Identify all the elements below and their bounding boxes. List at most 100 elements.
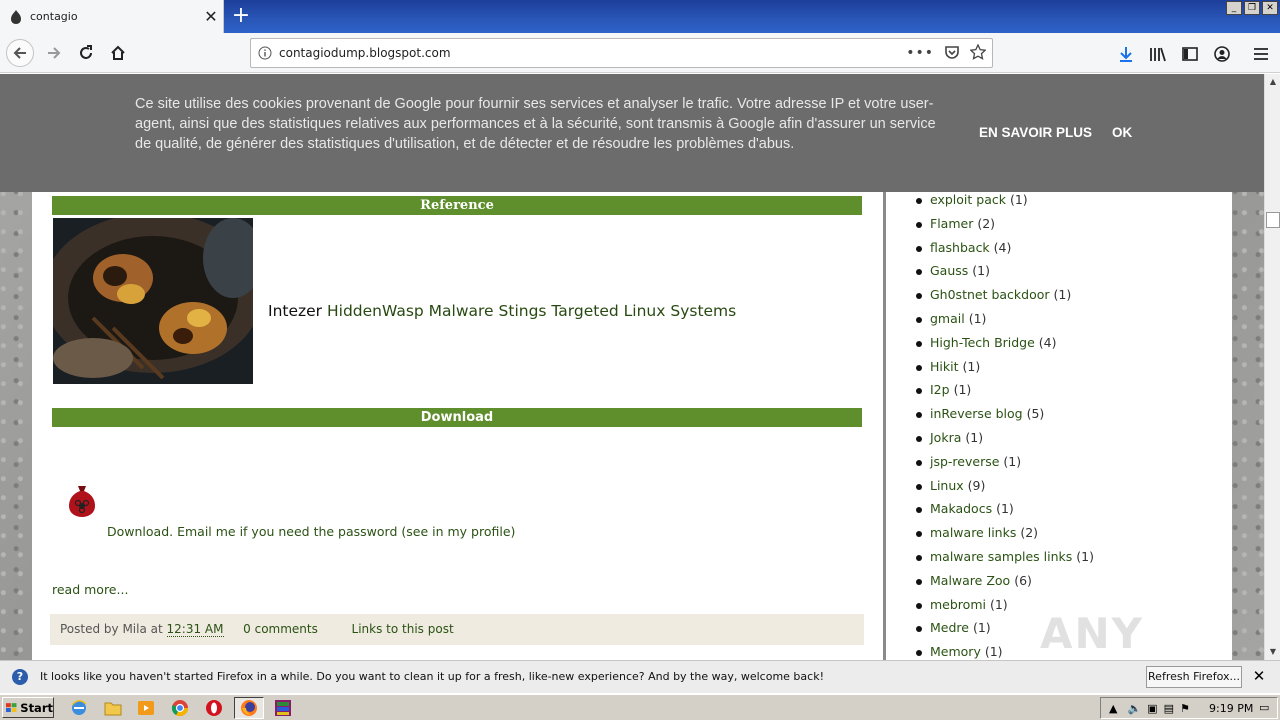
posted-by-text: Posted by Mila at — [60, 622, 163, 636]
scroll-up-icon[interactable]: ▲ — [1265, 74, 1280, 90]
pocket-icon[interactable] — [944, 44, 960, 63]
network-icon[interactable]: ▣ — [1147, 702, 1157, 715]
label-link[interactable]: Linux — [930, 478, 964, 493]
label-item[interactable]: gmail (1) — [916, 311, 1094, 335]
label-item[interactable]: jsp-reverse (1) — [916, 454, 1094, 478]
label-link[interactable]: Medre — [930, 620, 969, 635]
label-link[interactable]: Makadocs — [930, 501, 992, 516]
label-link[interactable]: mebromi — [930, 597, 986, 612]
label-link[interactable]: Hikit — [930, 359, 959, 374]
label-item[interactable]: flashback (4) — [916, 240, 1094, 264]
label-link[interactable]: exploit pack — [930, 192, 1006, 207]
tab-close-icon[interactable]: ✕ — [199, 7, 223, 26]
comments-link[interactable]: 0 comments — [243, 622, 318, 636]
ie-icon[interactable] — [70, 699, 88, 717]
firefox-taskbar-button[interactable] — [234, 697, 264, 719]
start-button[interactable]: Start — [2, 697, 54, 718]
label-item[interactable]: Linux (9) — [916, 478, 1094, 502]
forward-button[interactable] — [40, 39, 68, 67]
windows-logo-icon — [6, 702, 17, 712]
label-item[interactable]: Makadocs (1) — [916, 501, 1094, 525]
links-to-post-link[interactable]: Links to this post — [352, 622, 454, 636]
show-desktop-icon[interactable]: ▭ — [1259, 701, 1269, 714]
page-scrollbar[interactable]: ▲ ▼ — [1264, 74, 1280, 660]
account-icon[interactable] — [1211, 43, 1233, 65]
label-link[interactable]: flashback — [930, 240, 990, 255]
close-window-icon[interactable]: ✕ — [1262, 1, 1278, 15]
label-item[interactable]: Gh0stnet backdoor (1) — [916, 287, 1094, 311]
label-count: (1) — [965, 429, 984, 445]
label-item[interactable]: inReverse blog (5) — [916, 406, 1094, 430]
label-item[interactable]: High-Tech Bridge (4) — [916, 335, 1094, 359]
window-controls: _ ❐ ✕ — [1226, 1, 1278, 15]
label-item[interactable]: Hikit (1) — [916, 359, 1094, 383]
label-count: (1) — [1009, 192, 1028, 207]
label-link[interactable]: malware links — [930, 525, 1016, 540]
label-count: (1) — [1076, 548, 1094, 564]
back-button[interactable] — [6, 39, 34, 67]
restore-icon[interactable]: ❐ — [1244, 1, 1260, 15]
post-time-link[interactable]: 12:31 AM — [166, 622, 224, 637]
bookmark-star-icon[interactable] — [969, 42, 987, 63]
winrar-icon[interactable] — [274, 699, 292, 717]
biohazard-bag-icon[interactable] — [68, 484, 96, 518]
label-link[interactable]: inReverse blog — [930, 406, 1023, 421]
action-center-flag-icon[interactable]: ⚑ — [1180, 702, 1190, 715]
label-item[interactable]: malware samples links (1) — [916, 549, 1094, 573]
label-item[interactable]: I2p (1) — [916, 382, 1094, 406]
tray-expand-icon[interactable]: ▲ — [1109, 702, 1117, 715]
volume-icon[interactable]: 🔈 — [1127, 702, 1141, 715]
label-link[interactable]: gmail — [930, 311, 965, 326]
label-item[interactable]: Jokra (1) — [916, 430, 1094, 454]
scroll-thumb[interactable] — [1266, 212, 1280, 228]
label-link[interactable]: I2p — [930, 382, 950, 397]
scroll-down-icon[interactable]: ▼ — [1265, 644, 1280, 660]
minimize-icon[interactable]: _ — [1226, 1, 1242, 15]
home-button[interactable] — [104, 39, 132, 67]
label-count: (1) — [1053, 287, 1072, 303]
read-more-link[interactable]: read more... — [52, 582, 128, 597]
label-link[interactable]: malware samples links — [930, 549, 1072, 564]
article-link[interactable]: Intezer HiddenWasp Malware Stings Target… — [268, 302, 736, 320]
explorer-folder-icon[interactable] — [104, 699, 122, 717]
chrome-icon[interactable] — [171, 699, 189, 717]
label-item[interactable]: Flamer (2) — [916, 216, 1094, 240]
label-link[interactable]: Gauss — [930, 263, 968, 278]
download-link[interactable]: Download. Email me if you need the passw… — [107, 524, 515, 539]
browser-tab[interactable]: contagio ✕ — [0, 0, 224, 33]
media-player-icon[interactable] — [137, 699, 155, 717]
learn-more-button[interactable]: EN SAVOIR PLUS — [979, 125, 1092, 140]
downloads-icon[interactable] — [1115, 43, 1137, 65]
cookie-ok-button[interactable]: OK — [1112, 125, 1132, 140]
label-link[interactable]: Malware Zoo — [930, 573, 1010, 588]
label-link[interactable]: Memory — [930, 644, 981, 659]
library-icon[interactable] — [1147, 43, 1169, 65]
label-link[interactable]: Flamer — [930, 216, 973, 231]
label-item[interactable]: exploit pack (1) — [916, 192, 1094, 216]
label-link[interactable]: Jokra — [930, 430, 961, 445]
label-item[interactable]: Gauss (1) — [916, 263, 1094, 287]
notification-close-icon[interactable]: ✕ — [1250, 667, 1268, 685]
opera-icon[interactable] — [205, 699, 223, 717]
new-tab-icon[interactable]: + — [228, 3, 254, 29]
label-link[interactable]: jsp-reverse — [930, 454, 999, 469]
anyrun-watermark: ANY RUN — [1040, 609, 1146, 660]
refresh-firefox-button[interactable]: Refresh Firefox... — [1146, 666, 1242, 688]
site-info-icon[interactable] — [251, 46, 279, 60]
label-list: exploit pack (1) Flamer (2) flashback (4) G… — [916, 192, 1094, 660]
tab-title: contagio — [30, 10, 78, 23]
page-actions-icon[interactable]: ••• — [906, 45, 934, 61]
article-title[interactable]: HiddenWasp Malware Stings Targeted Linux… — [327, 302, 736, 320]
security-icon[interactable]: ▤ — [1164, 702, 1174, 715]
windows-taskbar: Start ▲ 🔈 ▣ ▤ ⚑ 9:19 PM ▭ — [0, 694, 1280, 720]
label-link[interactable]: High-Tech Bridge — [930, 335, 1035, 350]
reload-button[interactable] — [72, 39, 100, 67]
label-item[interactable]: malware links (2) — [916, 525, 1094, 549]
label-count: (6) — [1014, 572, 1032, 588]
address-bar[interactable]: contagiodump.blogspot.com ••• — [250, 38, 993, 68]
label-item[interactable]: Malware Zoo (6) — [916, 573, 1094, 597]
label-link[interactable]: Gh0stnet backdoor — [930, 287, 1050, 302]
url-text[interactable]: contagiodump.blogspot.com — [279, 46, 906, 60]
hamburger-menu-icon[interactable] — [1250, 43, 1272, 65]
sidebar-toggle-icon[interactable] — [1179, 43, 1201, 65]
